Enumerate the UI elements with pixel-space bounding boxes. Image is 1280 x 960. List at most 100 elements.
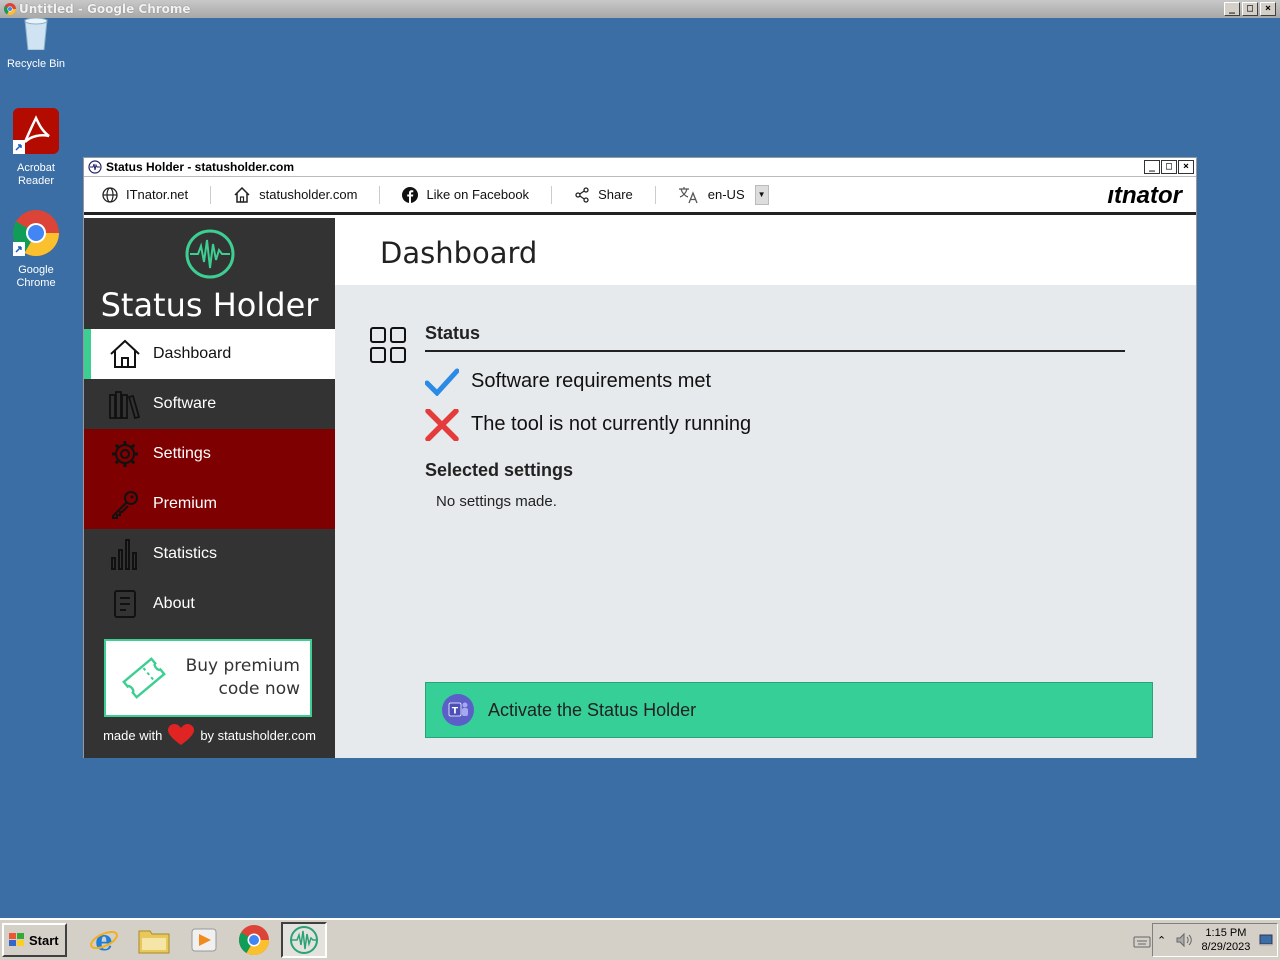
sidebar-item-settings[interactable]: Settings bbox=[84, 429, 335, 479]
sidebar-item-label: Statistics bbox=[153, 545, 218, 562]
sidebar: Status Holder Dashboard Software Setting… bbox=[84, 218, 335, 758]
clock-time: 1:15 PM bbox=[1205, 927, 1247, 939]
taskbar-internet-explorer[interactable]: e bbox=[81, 922, 127, 958]
gear-icon bbox=[109, 438, 141, 470]
activate-button-label: Activate the Status Holder bbox=[488, 699, 697, 720]
show-desktop-icon[interactable] bbox=[1259, 934, 1273, 946]
dashboard-grid-icon bbox=[370, 327, 406, 363]
facebook-link-label: Like on Facebook bbox=[426, 187, 530, 202]
browser-title: Untitled - Google Chrome bbox=[19, 2, 191, 16]
sidebar-item-about[interactable]: About bbox=[84, 579, 335, 629]
home-link[interactable]: statusholder.com bbox=[233, 185, 381, 204]
app-minimize-button[interactable]: _ bbox=[1144, 160, 1160, 174]
made-with-text: made with bbox=[103, 727, 163, 743]
checkmark-icon bbox=[425, 368, 459, 396]
volume-icon[interactable] bbox=[1175, 932, 1193, 948]
start-button[interactable]: Start bbox=[2, 923, 67, 957]
sidebar-item-label: Dashboard bbox=[153, 345, 232, 362]
keyboard-icon[interactable] bbox=[1133, 934, 1151, 948]
home-link-label: statusholder.com bbox=[259, 187, 358, 202]
home-icon bbox=[109, 338, 141, 370]
sidebar-item-label: Software bbox=[153, 395, 217, 412]
start-label: Start bbox=[29, 932, 59, 948]
buy-premium-line2: code now bbox=[218, 679, 300, 699]
app-window: Status Holder - statusholder.com _ □ × I… bbox=[83, 157, 1197, 758]
main-content: Dashboard Status Software requirements m… bbox=[335, 218, 1196, 758]
sidebar-item-label: Settings bbox=[153, 445, 211, 462]
app-titlebar: Status Holder - statusholder.com _ □ × bbox=[84, 158, 1196, 177]
error-x-icon bbox=[425, 408, 459, 441]
share-link[interactable]: Share bbox=[574, 185, 656, 204]
app-title: Status Holder - statusholder.com bbox=[106, 160, 295, 174]
pulse-logo-icon bbox=[185, 229, 234, 279]
buy-premium-button[interactable]: Buy premium code now bbox=[104, 639, 312, 717]
taskbar-media-player[interactable] bbox=[181, 922, 227, 958]
chrome-icon bbox=[238, 925, 269, 955]
sidebar-app-name: Status Holder bbox=[100, 286, 319, 324]
internet-explorer-icon: e bbox=[89, 925, 118, 955]
taskbar-file-explorer[interactable] bbox=[131, 922, 177, 958]
document-icon bbox=[109, 588, 141, 620]
page-title: Dashboard bbox=[335, 218, 1196, 285]
minimize-button[interactable]: _ bbox=[1224, 2, 1240, 16]
chrome-icon bbox=[0, 210, 72, 260]
sidebar-item-dashboard[interactable]: Dashboard bbox=[84, 329, 335, 379]
desktop-icon-label: Recycle Bin bbox=[6, 58, 66, 70]
status-section-title: Status bbox=[425, 323, 1125, 352]
close-button[interactable]: × bbox=[1260, 2, 1276, 16]
clock[interactable]: 1:15 PM 8/29/2023 bbox=[1201, 926, 1250, 954]
status-row-running: The tool is not currently running bbox=[425, 403, 1126, 446]
ticket-icon bbox=[122, 657, 166, 699]
translate-icon bbox=[678, 186, 698, 203]
itnator-brand-logo[interactable]: ıtnator bbox=[1107, 182, 1182, 210]
browser-titlebar: Untitled - Google Chrome _ □ × bbox=[0, 0, 1280, 18]
bar-chart-icon bbox=[109, 538, 141, 570]
selected-settings-title: Selected settings bbox=[425, 460, 574, 480]
svg-text:T: T bbox=[452, 707, 459, 717]
status-section: Status Software requirements met The too… bbox=[370, 323, 1126, 510]
desktop-icon-recycle-bin[interactable]: Recycle Bin bbox=[0, 17, 72, 71]
language-dropdown-button[interactable]: ▼ bbox=[754, 184, 769, 205]
library-icon bbox=[109, 388, 141, 420]
facebook-link[interactable]: Like on Facebook bbox=[402, 185, 553, 204]
sidebar-item-label: Premium bbox=[153, 495, 218, 512]
app-logo-icon bbox=[88, 160, 102, 174]
app-toolbar: ITnator.net statusholder.com Like on Fac… bbox=[84, 177, 1196, 215]
system-tray: ⌃ 1:15 PM 8/29/2023 bbox=[1133, 923, 1278, 957]
tray-expand-icon[interactable]: ⌃ bbox=[1157, 934, 1166, 947]
chrome-icon bbox=[4, 3, 16, 15]
home-icon bbox=[234, 186, 250, 203]
desktop-icon-chrome[interactable]: Google Chrome bbox=[0, 210, 72, 290]
language-value: en-US bbox=[707, 187, 745, 202]
app-maximize-button[interactable]: □ bbox=[1161, 160, 1177, 174]
language-selector[interactable]: en-US bbox=[678, 186, 749, 204]
teams-icon: T bbox=[442, 694, 474, 726]
media-player-icon bbox=[191, 928, 217, 952]
status-ok-text: Software requirements met bbox=[471, 370, 712, 392]
globe-icon bbox=[102, 186, 118, 203]
sidebar-item-software[interactable]: Software bbox=[84, 379, 335, 429]
sidebar-logo: Status Holder bbox=[84, 218, 335, 329]
key-icon bbox=[109, 488, 141, 520]
itnator-link-label: ITnator.net bbox=[126, 187, 189, 202]
maximize-button[interactable]: □ bbox=[1242, 2, 1258, 16]
app-close-button[interactable]: × bbox=[1178, 160, 1194, 174]
sidebar-item-premium[interactable]: Premium bbox=[84, 479, 335, 529]
facebook-icon bbox=[402, 186, 419, 203]
taskbar-chrome[interactable] bbox=[231, 922, 277, 958]
windows-flag-icon bbox=[9, 933, 24, 946]
buy-premium-line1: Buy premium bbox=[185, 656, 300, 676]
desktop-icon-acrobat[interactable]: Acrobat Reader bbox=[0, 108, 72, 188]
selected-settings-text: No settings made. bbox=[436, 493, 557, 510]
status-row-requirements: Software requirements met bbox=[425, 360, 1126, 403]
taskbar: Start e ⌃ 1:15 PM 8/29/2023 bbox=[0, 918, 1280, 960]
made-with-footer: made with by statusholder.com bbox=[84, 724, 335, 746]
svg-text:e: e bbox=[95, 925, 113, 955]
sidebar-item-label: About bbox=[153, 595, 195, 612]
activate-button[interactable]: T Activate the Status Holder bbox=[425, 682, 1153, 738]
heart-icon bbox=[168, 724, 195, 745]
sidebar-item-statistics[interactable]: Statistics bbox=[84, 529, 335, 579]
itnator-link[interactable]: ITnator.net bbox=[102, 185, 212, 204]
by-statusholder-link[interactable]: by statusholder.com bbox=[200, 728, 316, 743]
taskbar-status-holder[interactable] bbox=[280, 922, 327, 958]
